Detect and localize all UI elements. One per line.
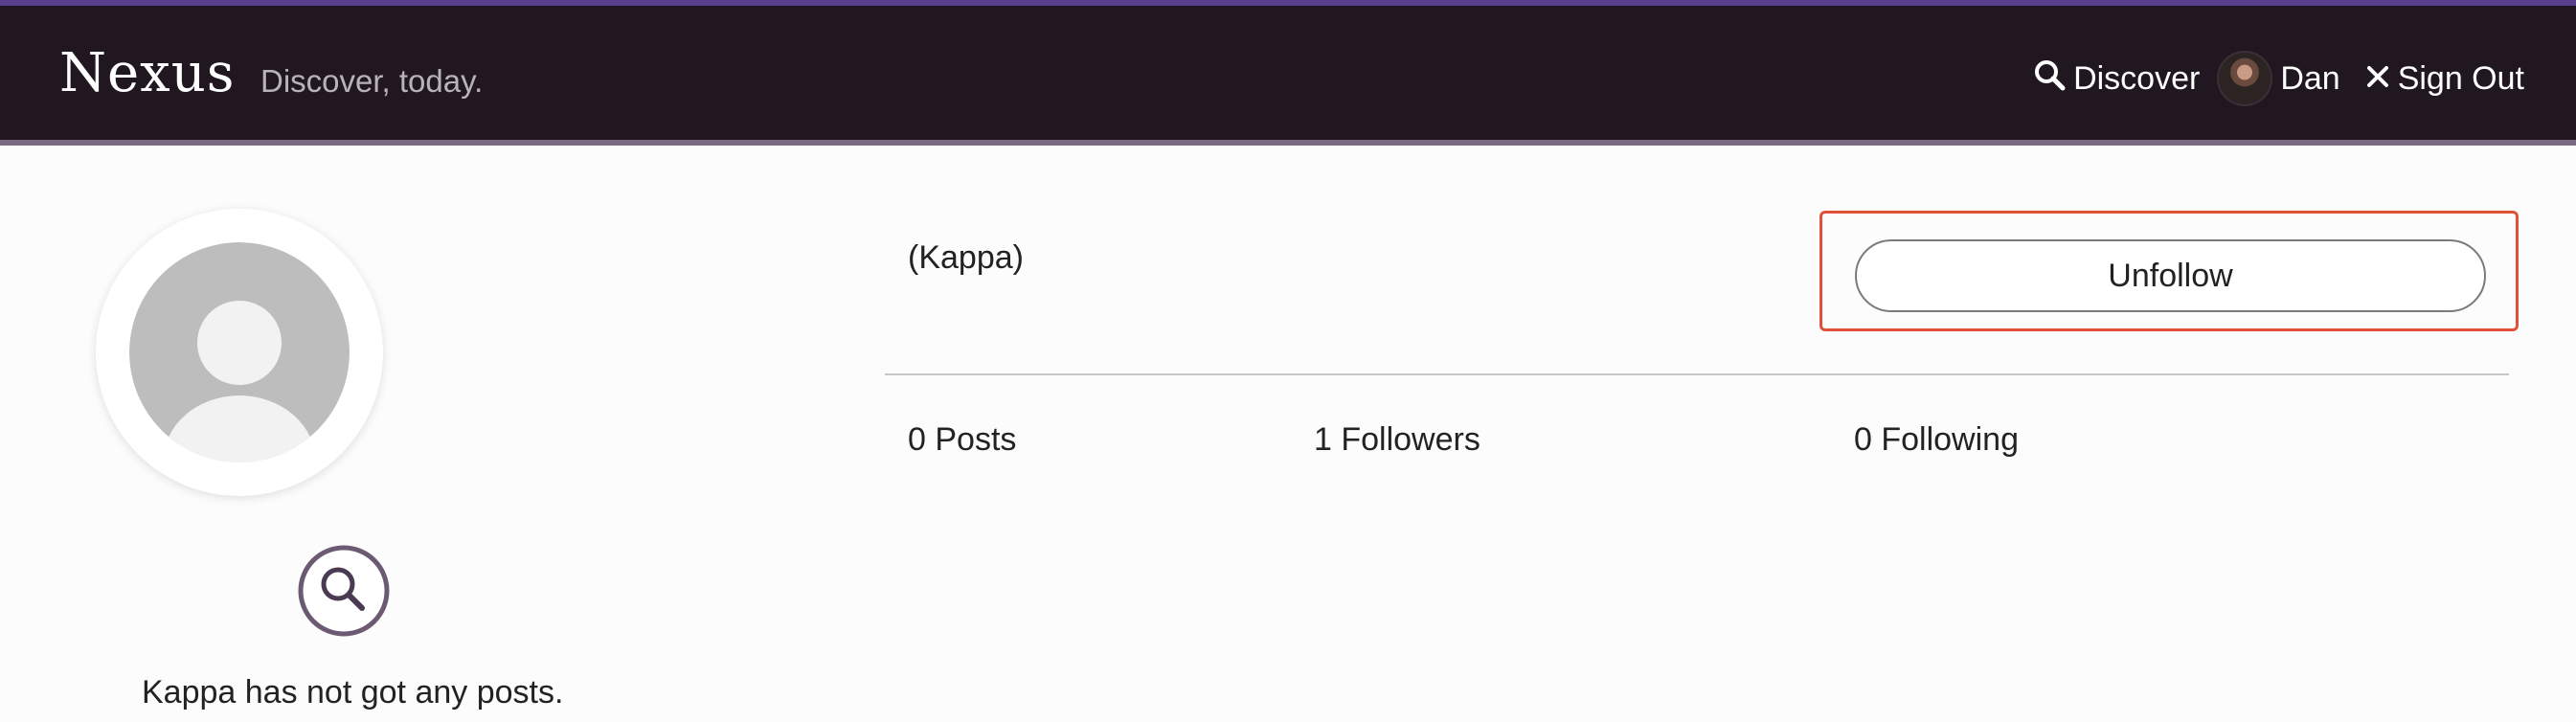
user-profile-link[interactable]: Dan — [2217, 51, 2347, 106]
discover-label: Discover — [2073, 59, 2201, 97]
default-user-avatar-icon — [129, 242, 350, 463]
empty-posts-message: Kappa has not got any posts. — [142, 674, 564, 711]
user-name: Dan — [2280, 59, 2340, 97]
sign-out-link[interactable]: Sign Out — [2365, 60, 2524, 98]
profile-username: (Kappa) — [908, 239, 1024, 276]
profile-divider — [885, 373, 2509, 375]
profile-avatar — [96, 209, 383, 496]
discover-link[interactable]: Discover — [2033, 58, 2200, 100]
unfollow-button[interactable]: Unfollow — [1855, 239, 2486, 312]
close-icon — [2365, 60, 2390, 98]
user-avatar — [2217, 51, 2273, 106]
brand-logo[interactable]: Nexus — [59, 42, 236, 104]
following-count[interactable]: 0 Following — [1854, 421, 2019, 459]
posts-count[interactable]: 0 Posts — [908, 421, 1016, 459]
brand-tagline: Discover, today. — [260, 63, 484, 99]
top-navigation-bar: Nexus Discover, today. Discover Dan Sign… — [0, 0, 2576, 146]
sign-out-label: Sign Out — [2397, 59, 2524, 97]
header-nav: Discover Dan Sign Out — [2033, 48, 2524, 109]
search-icon — [2033, 58, 2066, 100]
followers-count[interactable]: 1 Followers — [1314, 421, 1480, 459]
search-circle-icon — [297, 544, 391, 638]
